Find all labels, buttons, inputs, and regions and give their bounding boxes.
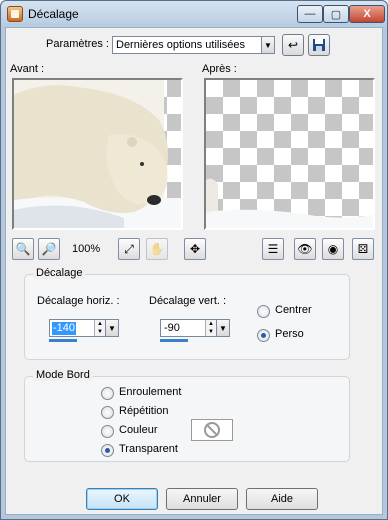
dialog-body: Paramètres : Dernières options utilisées… bbox=[5, 27, 383, 515]
center-radio-label[interactable]: Centrer bbox=[275, 304, 312, 316]
after-preview[interactable] bbox=[204, 78, 375, 230]
preview-on-image-icon: 👁 bbox=[297, 242, 313, 256]
move-icon: ✥ bbox=[189, 242, 201, 256]
title-bar[interactable]: Décalage — ▢ X bbox=[1, 1, 387, 27]
horizontal-offset-slider[interactable] bbox=[49, 339, 77, 342]
vertical-offset-value: -90 bbox=[164, 322, 180, 334]
repeat-radio-label[interactable]: Répétition bbox=[119, 405, 169, 417]
vertical-offset-label: Décalage vert. : bbox=[149, 295, 227, 307]
horizontal-offset-input[interactable]: -140 ▲ ▼ ▼ bbox=[49, 319, 119, 337]
app-icon bbox=[7, 6, 23, 22]
edge-color-swatch[interactable] bbox=[191, 419, 233, 441]
help-button[interactable]: Aide bbox=[246, 488, 318, 510]
offset-group: Décalage Décalage horiz. : -140 ▲ ▼ ▼ Déc… bbox=[24, 267, 350, 360]
spin-updown-icon[interactable]: ▲ ▼ bbox=[94, 320, 105, 336]
before-preview[interactable] bbox=[12, 78, 183, 230]
wrap-radio[interactable] bbox=[101, 387, 114, 400]
randomize-dice-icon: ⚄ bbox=[357, 242, 369, 256]
color-radio[interactable] bbox=[101, 425, 114, 438]
chevron-down-icon[interactable]: ▼ bbox=[216, 320, 229, 336]
edge-mode-group: Mode Bord Enroulement Répétition Couleur… bbox=[24, 369, 350, 462]
proof-icon: ☰ bbox=[267, 242, 279, 256]
proof-button[interactable]: ☰ bbox=[262, 238, 284, 260]
polar-bear-image bbox=[14, 80, 181, 228]
minimize-button[interactable]: — bbox=[297, 5, 323, 23]
save-preset-button[interactable] bbox=[308, 34, 330, 56]
close-button[interactable]: X bbox=[349, 5, 385, 23]
horizontal-offset-value: -140 bbox=[52, 322, 77, 335]
reset-arrow-icon: ↩ bbox=[287, 38, 299, 52]
color-radio-label[interactable]: Couleur bbox=[119, 424, 158, 436]
zoom-out-icon: 🔍 bbox=[15, 242, 31, 256]
center-radio[interactable] bbox=[257, 305, 270, 318]
reset-button[interactable]: ↩ bbox=[282, 34, 304, 56]
dialog-window: Décalage — ▢ X Paramètres : Dernières op… bbox=[0, 0, 388, 520]
fit-window-button[interactable]: ⤢ bbox=[118, 238, 140, 260]
chevron-down-icon[interactable]: ▼ bbox=[105, 320, 118, 336]
repeat-radio[interactable] bbox=[101, 406, 114, 419]
window-title: Décalage bbox=[28, 7, 79, 21]
save-icon bbox=[313, 39, 325, 51]
pan-button[interactable]: ✋ bbox=[146, 238, 168, 260]
transparent-radio-label[interactable]: Transparent bbox=[119, 443, 178, 455]
spin-updown-icon[interactable]: ▲ ▼ bbox=[205, 320, 216, 336]
edge-mode-group-title: Mode Bord bbox=[33, 369, 93, 381]
hand-pan-icon: ✋ bbox=[149, 242, 165, 256]
custom-radio-label[interactable]: Perso bbox=[275, 328, 304, 340]
offset-group-title: Décalage bbox=[33, 267, 86, 279]
zoom-level: 100% bbox=[72, 243, 101, 255]
fit-window-icon: ⤢ bbox=[124, 241, 134, 256]
horizontal-offset-label: Décalage horiz. : bbox=[37, 295, 120, 307]
after-preview-image bbox=[206, 178, 373, 228]
zoom-in-icon: 🔎 bbox=[41, 242, 57, 256]
transparent-radio[interactable] bbox=[101, 444, 114, 457]
vertical-offset-input[interactable]: -90 ▲ ▼ ▼ bbox=[160, 319, 230, 337]
wrap-radio-label[interactable]: Enroulement bbox=[119, 386, 181, 398]
move-button[interactable]: ✥ bbox=[184, 238, 206, 260]
cancel-button[interactable]: Annuler bbox=[166, 488, 238, 510]
custom-radio[interactable] bbox=[257, 329, 270, 342]
randomize-button[interactable]: ⚄ bbox=[352, 238, 374, 260]
presets-label: Paramètres : bbox=[46, 38, 109, 50]
vertical-offset-slider[interactable] bbox=[160, 339, 188, 342]
eye-icon: ◉ bbox=[327, 242, 339, 256]
no-color-icon bbox=[204, 422, 220, 438]
preview-on-image-button[interactable]: 👁 bbox=[294, 238, 316, 260]
zoom-in-button[interactable]: 🔎 bbox=[38, 238, 60, 260]
before-label: Avant : bbox=[10, 63, 45, 75]
zoom-out-button[interactable]: 🔍 bbox=[12, 238, 34, 260]
after-label: Après : bbox=[202, 63, 237, 75]
presets-dropdown[interactable]: Dernières options utilisées ▼ bbox=[112, 36, 275, 54]
chevron-down-icon: ▼ bbox=[261, 37, 274, 53]
auto-proof-button[interactable]: ◉ bbox=[322, 238, 344, 260]
maximize-button[interactable]: ▢ bbox=[323, 5, 349, 23]
ok-button[interactable]: OK bbox=[86, 488, 158, 510]
presets-value: Dernières options utilisées bbox=[116, 39, 246, 51]
